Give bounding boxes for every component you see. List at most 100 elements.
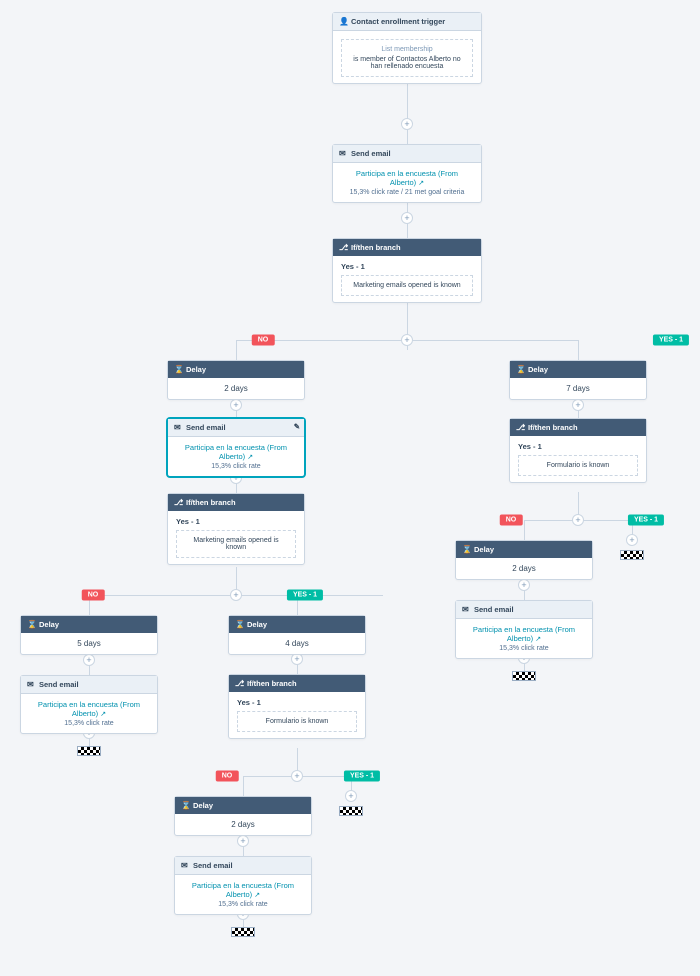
workflow-end-icon	[231, 927, 255, 937]
delay-icon: ⌛	[516, 366, 524, 374]
delay-card[interactable]: ⌛ Delay 7 days	[509, 360, 647, 400]
branch-pill-yes: YES - 1	[287, 590, 323, 601]
card-title: Send email	[351, 149, 391, 158]
branch-pill-no: NO	[216, 771, 239, 782]
edit-icon[interactable]: ✎	[294, 422, 300, 431]
add-action-button[interactable]: +	[237, 835, 249, 847]
email-stats: 15,3% click rate / 21 met goal criteria	[341, 189, 473, 196]
email-link[interactable]: Participa en la encuesta (From Alberto)↗	[183, 881, 303, 899]
card-title: Delay	[247, 620, 267, 629]
add-action-button[interactable]: +	[626, 534, 638, 546]
external-link-icon: ↗	[535, 636, 541, 643]
branch-condition: Formulario is known	[518, 455, 638, 476]
delay-value: 4 days	[229, 633, 365, 654]
card-title: Delay	[39, 620, 59, 629]
email-stats: 15,3% click rate	[176, 463, 296, 470]
delay-icon: ⌛	[462, 546, 470, 554]
add-action-button[interactable]: +	[401, 118, 413, 130]
if-then-branch-card[interactable]: ⎇If/then branch Yes - 1 Marketing emails…	[167, 493, 305, 565]
email-link[interactable]: Participa en la encuesta (From Alberto)↗	[341, 169, 473, 187]
send-email-card[interactable]: ✉ Send email Participa en la encuesta (Fr…	[174, 856, 312, 915]
add-action-button[interactable]: +	[83, 654, 95, 666]
email-stats: 15,3% click rate	[29, 720, 149, 727]
branch-yes-label: Yes - 1	[176, 517, 296, 526]
branch-pill-yes: YES - 1	[653, 335, 689, 346]
email-link[interactable]: Participa en la encuesta (From Alberto)↗	[29, 700, 149, 718]
email-icon: ✉	[27, 681, 35, 689]
branch-yes-label: Yes - 1	[237, 698, 357, 707]
workflow-end-icon	[512, 671, 536, 681]
card-title: Send email	[193, 861, 233, 870]
branch-pill-no: NO	[82, 590, 105, 601]
branch-icon: ⎇	[516, 424, 524, 432]
delay-card[interactable]: ⌛ Delay 2 days	[167, 360, 305, 400]
delay-card[interactable]: ⌛ Delay 2 days	[455, 540, 593, 580]
delay-value: 2 days	[456, 558, 592, 579]
add-action-button[interactable]: +	[518, 579, 530, 591]
branch-pill-no: NO	[500, 515, 523, 526]
delay-icon: ⌛	[181, 802, 189, 810]
email-icon: ✉	[339, 150, 347, 158]
add-branch-button[interactable]: +	[401, 334, 413, 346]
email-icon: ✉	[462, 606, 470, 614]
card-title: Delay	[528, 365, 548, 374]
card-title: Send email	[186, 423, 226, 432]
branch-pill-no: NO	[252, 335, 275, 346]
external-link-icon: ↗	[254, 892, 260, 899]
add-action-button[interactable]: +	[401, 212, 413, 224]
delay-card[interactable]: ⌛Delay 2 days	[174, 796, 312, 836]
send-email-card[interactable]: ✉ Send email ✎ Participa en la encuesta (…	[167, 418, 305, 477]
send-email-card[interactable]: ✉ Send email Participa en la encuesta (Fr…	[332, 144, 482, 203]
add-branch-button[interactable]: +	[291, 770, 303, 782]
card-title: If/then branch	[247, 679, 297, 688]
trigger-condition: List membership is member of Contactos A…	[341, 39, 473, 77]
delay-value: 5 days	[21, 633, 157, 654]
add-action-button[interactable]: +	[345, 790, 357, 802]
delay-card[interactable]: ⌛ Delay 5 days	[20, 615, 158, 655]
branch-condition: Formulario is known	[237, 711, 357, 732]
email-stats: 15,3% click rate	[464, 645, 584, 652]
card-title: If/then branch	[186, 498, 236, 507]
if-then-branch-card[interactable]: ⎇ If/then branch Yes - 1 Formulario is kn…	[509, 418, 647, 483]
delay-value: 2 days	[168, 378, 304, 399]
email-stats: 15,3% click rate	[183, 901, 303, 908]
email-icon: ✉	[174, 424, 182, 432]
external-link-icon: ↗	[418, 180, 424, 187]
branch-pill-yes: YES - 1	[344, 771, 380, 782]
delay-value: 7 days	[510, 378, 646, 399]
card-title: If/then branch	[351, 243, 401, 252]
delay-card[interactable]: ⌛ Delay 4 days	[228, 615, 366, 655]
email-icon: ✉	[181, 862, 189, 870]
add-action-button[interactable]: +	[230, 399, 242, 411]
workflow-end-icon	[339, 806, 363, 816]
delay-value: 2 days	[175, 814, 311, 835]
card-title: Send email	[474, 605, 514, 614]
card-title: Contact enrollment trigger	[351, 17, 445, 26]
send-email-card[interactable]: ✉ Send email Participa en la encuesta (Fr…	[455, 600, 593, 659]
delay-icon: ⌛	[27, 621, 35, 629]
email-link[interactable]: Participa en la encuesta (From Alberto)↗	[176, 443, 296, 461]
add-branch-button[interactable]: +	[230, 589, 242, 601]
card-title: Delay	[186, 365, 206, 374]
branch-icon: ⎇	[235, 680, 243, 688]
card-title: Delay	[474, 545, 494, 554]
branch-pill-yes: YES - 1	[628, 515, 664, 526]
workflow-end-icon	[620, 550, 644, 560]
if-then-branch-card[interactable]: ⎇ If/then branch Yes - 1 Marketing emails…	[332, 238, 482, 303]
delay-icon: ⌛	[235, 621, 243, 629]
enrollment-trigger-card[interactable]: 👤 Contact enrollment trigger List members…	[332, 12, 482, 84]
branch-yes-label: Yes - 1	[341, 262, 473, 271]
user-icon: 👤	[339, 18, 347, 26]
add-action-button[interactable]: +	[572, 399, 584, 411]
if-then-branch-card[interactable]: ⎇ If/then branch Yes - 1 Formulario is kn…	[228, 674, 366, 739]
card-title: Send email	[39, 680, 79, 689]
send-email-card[interactable]: ✉ Send email Participa en la encuesta (Fr…	[20, 675, 158, 734]
branch-condition: Marketing emails opened is known	[341, 275, 473, 296]
card-title: If/then branch	[528, 423, 578, 432]
branch-yes-label: Yes - 1	[518, 442, 638, 451]
branch-icon: ⎇	[339, 244, 347, 252]
add-branch-button[interactable]: +	[572, 514, 584, 526]
email-link[interactable]: Participa en la encuesta (From Alberto)↗	[464, 625, 584, 643]
delay-icon: ⌛	[174, 366, 182, 374]
branch-condition: Marketing emails opened is known	[176, 530, 296, 558]
